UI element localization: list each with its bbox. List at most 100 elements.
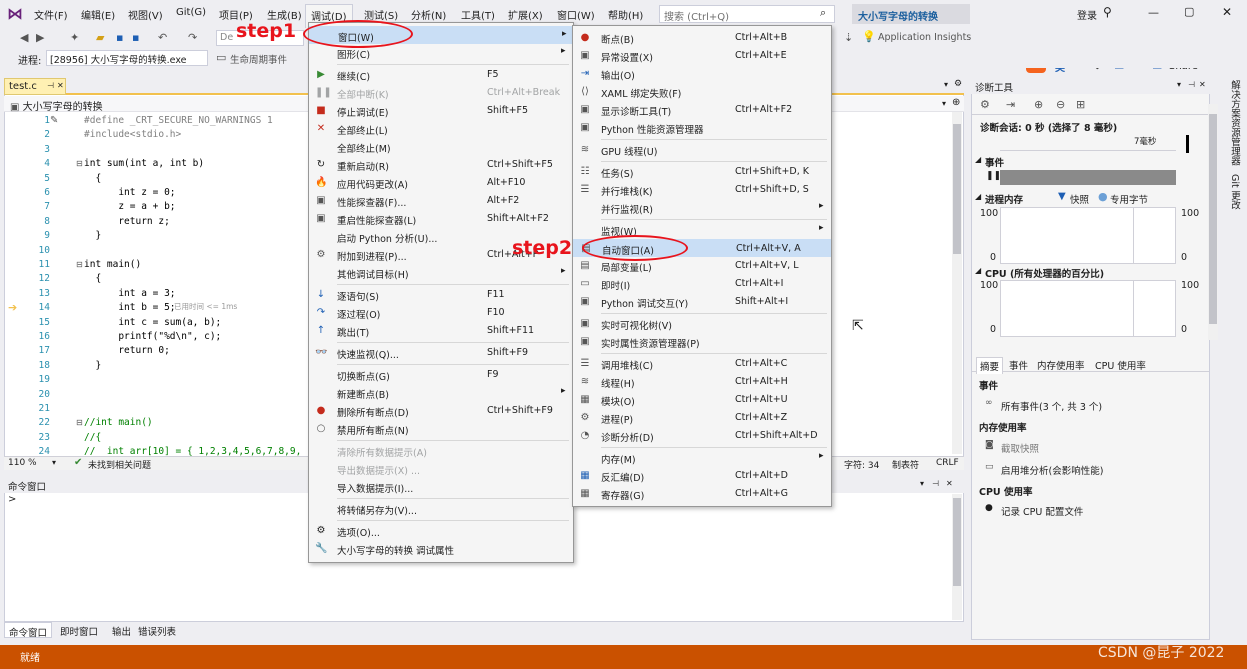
code-line[interactable]: //int main(): [84, 417, 153, 428]
code-line[interactable]: printf("%d\n", c);: [84, 331, 221, 342]
perf-tip[interactable]: 已用时间 <= 1ms: [174, 301, 237, 312]
events-collapse-icon[interactable]: ◢: [975, 155, 981, 164]
menu-item[interactable]: ✕ 全部终止(L): [309, 120, 573, 138]
record-cpu-button[interactable]: 记录 CPU 配置文件: [1001, 504, 1083, 518]
menu-item[interactable]: ▣ Python 性能资源管理器: [573, 119, 831, 137]
menu-git[interactable]: Git(G): [176, 7, 206, 18]
solution-explorer-tab[interactable]: 解决方案资源管理器: [1227, 80, 1241, 166]
lifecycle-events-button[interactable]: 生命周期事件: [230, 52, 306, 66]
maximize-icon[interactable]: ▢: [1184, 5, 1194, 18]
menu-item[interactable]: 并行监视(R) ▸: [573, 199, 831, 217]
process-combo[interactable]: [28956] 大小写字母的转换.exe: [46, 50, 208, 66]
tab-close-icon[interactable]: ✕: [57, 81, 64, 90]
menu-item[interactable]: ▣ 性能探查器(F)... Alt+F2: [309, 192, 573, 210]
func-main-collapse-icon[interactable]: ⊟: [76, 260, 83, 269]
menu-item[interactable]: ▣ 异常设置(X) Ctrl+Alt+E: [573, 47, 831, 65]
timeline-cursor[interactable]: [1186, 135, 1189, 153]
code-line[interactable]: //{: [84, 432, 101, 443]
app-insights-icon[interactable]: 💡: [862, 30, 876, 43]
tab-mode[interactable]: 制表符: [892, 458, 919, 471]
cpu-collapse-icon[interactable]: ◢: [975, 266, 981, 275]
menu-item[interactable]: ○ 禁用所有断点(N): [309, 420, 573, 438]
zoom-in-icon[interactable]: ⊕: [1034, 98, 1043, 111]
menu-item[interactable]: ▣ 实时可视化树(V): [573, 315, 831, 333]
minimize-icon[interactable]: —: [1148, 6, 1159, 19]
zoom-dropdown-icon[interactable]: ▾: [52, 458, 56, 467]
menu-item[interactable]: ↷ 逐过程(O) F10: [309, 304, 573, 322]
account-icon[interactable]: ⚲: [1103, 5, 1112, 19]
menu-item[interactable]: ▣ 实时属性资源管理器(P): [573, 333, 831, 351]
menu-item[interactable]: ⟨⟩ XAML 绑定失败(F): [573, 83, 831, 101]
menu-item[interactable]: 清除所有数据提示(A): [309, 442, 573, 460]
code-line[interactable]: {: [84, 173, 101, 184]
editor-scroll-thumb[interactable]: [953, 124, 961, 254]
diag-pin-icon[interactable]: ⊣: [1188, 80, 1195, 89]
cpu-chart[interactable]: [1000, 280, 1176, 337]
diag-tab[interactable]: 摘要: [976, 357, 1004, 374]
app-insights-button[interactable]: Application Insights: [878, 32, 971, 43]
vs-logo-icon[interactable]: ⋈: [7, 5, 25, 23]
command-scroll-thumb[interactable]: [953, 498, 961, 586]
code-line[interactable]: int sum(int a, int b): [84, 158, 204, 169]
panel-close-icon[interactable]: ✕: [946, 479, 953, 488]
proc-mem-collapse-icon[interactable]: ◢: [975, 192, 981, 201]
memory-chart[interactable]: [1000, 207, 1176, 264]
tab-test-c[interactable]: test.c ⊣ ✕: [4, 78, 66, 95]
menu-item[interactable]: ▦ 反汇编(D) Ctrl+Alt+D: [573, 467, 831, 485]
lifecycle-icon[interactable]: ▭: [216, 51, 226, 64]
char-position[interactable]: 字符: 34: [844, 458, 879, 471]
issues-status[interactable]: 未找到相关问题: [88, 458, 151, 471]
code-line[interactable]: int a = 3;: [84, 288, 175, 299]
menu-help[interactable]: 帮助(H): [608, 7, 643, 22]
forward-icon[interactable]: ▶: [36, 31, 44, 44]
menu-item[interactable]: 🔥 应用代码更改(A) Alt+F10: [309, 174, 573, 192]
menu-edit[interactable]: 编辑(E): [81, 7, 115, 22]
all-events-link[interactable]: 所有事件(3 个, 共 3 个): [1001, 399, 1102, 413]
split-editor-icon[interactable]: ⊕: [952, 97, 960, 108]
diag-tab[interactable]: CPU 使用率: [1092, 357, 1149, 373]
menu-item[interactable]: ▣ Python 调试交互(Y) Shift+Alt+I: [573, 293, 831, 311]
git-changes-tab[interactable]: Git 更改: [1227, 174, 1241, 210]
code-line[interactable]: int main(): [84, 259, 141, 270]
menu-item[interactable]: 其他调试目标(H) ▸: [309, 264, 573, 282]
code-line[interactable]: }: [84, 230, 101, 241]
diag-tab[interactable]: 内存使用率: [1034, 357, 1088, 373]
comment-block-collapse-icon[interactable]: ⊟: [76, 418, 83, 427]
diag-export-icon[interactable]: ⇥: [1006, 98, 1015, 111]
menu-item[interactable]: 将转储另存为(V)...: [309, 500, 573, 518]
bottom-tab[interactable]: 命令窗口: [4, 622, 53, 639]
editor-dropdown-icon[interactable]: ▾: [942, 99, 946, 108]
menu-item[interactable]: ☷ 任务(S) Ctrl+Shift+D, K: [573, 163, 831, 181]
menu-view[interactable]: 视图(V): [128, 7, 163, 22]
code-line[interactable]: #include<stdio.h>: [84, 129, 181, 140]
menu-item[interactable]: ↓ 逐语句(S) F11: [309, 286, 573, 304]
search-input[interactable]: 搜索 (Ctrl+Q): [659, 5, 835, 23]
menu-item[interactable]: ▦ 寄存器(G) Ctrl+Alt+G: [573, 485, 831, 503]
code-line[interactable]: int b = 5;: [84, 302, 175, 313]
bottom-tab[interactable]: 输出: [108, 622, 135, 638]
menu-item[interactable]: 内存(M) ▸: [573, 449, 831, 467]
pause-icon[interactable]: ❚❚: [986, 171, 1001, 181]
menu-item[interactable]: ☰ 调用堆栈(C) Ctrl+Alt+C: [573, 355, 831, 373]
take-snapshot-button[interactable]: 截取快照: [1001, 441, 1039, 455]
code-line[interactable]: #define _CRT_SECURE_NO_WARNINGS 1: [84, 115, 273, 126]
code-line[interactable]: int z = 0;: [84, 187, 175, 198]
menu-item[interactable]: 全部终止(M): [309, 138, 573, 156]
func-sum-collapse-icon[interactable]: ⊟: [76, 159, 83, 168]
command-prompt[interactable]: >: [8, 494, 16, 505]
menu-item[interactable]: ☰ 并行堆栈(K) Ctrl+Shift+D, S: [573, 181, 831, 199]
code-line[interactable]: return z;: [84, 216, 169, 227]
menu-item[interactable]: ⚙ 进程(P) Ctrl+Alt+Z: [573, 409, 831, 427]
diag-dropdown-icon[interactable]: ▾: [1177, 80, 1181, 89]
menu-item[interactable]: ◔ 诊断分析(D) Ctrl+Shift+Alt+D: [573, 427, 831, 445]
save-icon[interactable]: ▪: [116, 31, 123, 44]
menu-item[interactable]: ⇥ 输出(O): [573, 65, 831, 83]
menu-item[interactable]: ↻ 重新启动(R) Ctrl+Shift+F5: [309, 156, 573, 174]
menu-file[interactable]: 文件(F): [34, 7, 68, 22]
menu-extensions[interactable]: 扩展(X): [508, 7, 543, 22]
diag-close-icon[interactable]: ✕: [1199, 80, 1206, 89]
back-icon[interactable]: ◀: [20, 31, 28, 44]
menu-item[interactable]: ● 断点(B) Ctrl+Alt+B: [573, 29, 831, 47]
save-all-icon[interactable]: ▪: [132, 31, 139, 44]
toolbar-overflow-icon[interactable]: ⇣: [844, 31, 853, 44]
